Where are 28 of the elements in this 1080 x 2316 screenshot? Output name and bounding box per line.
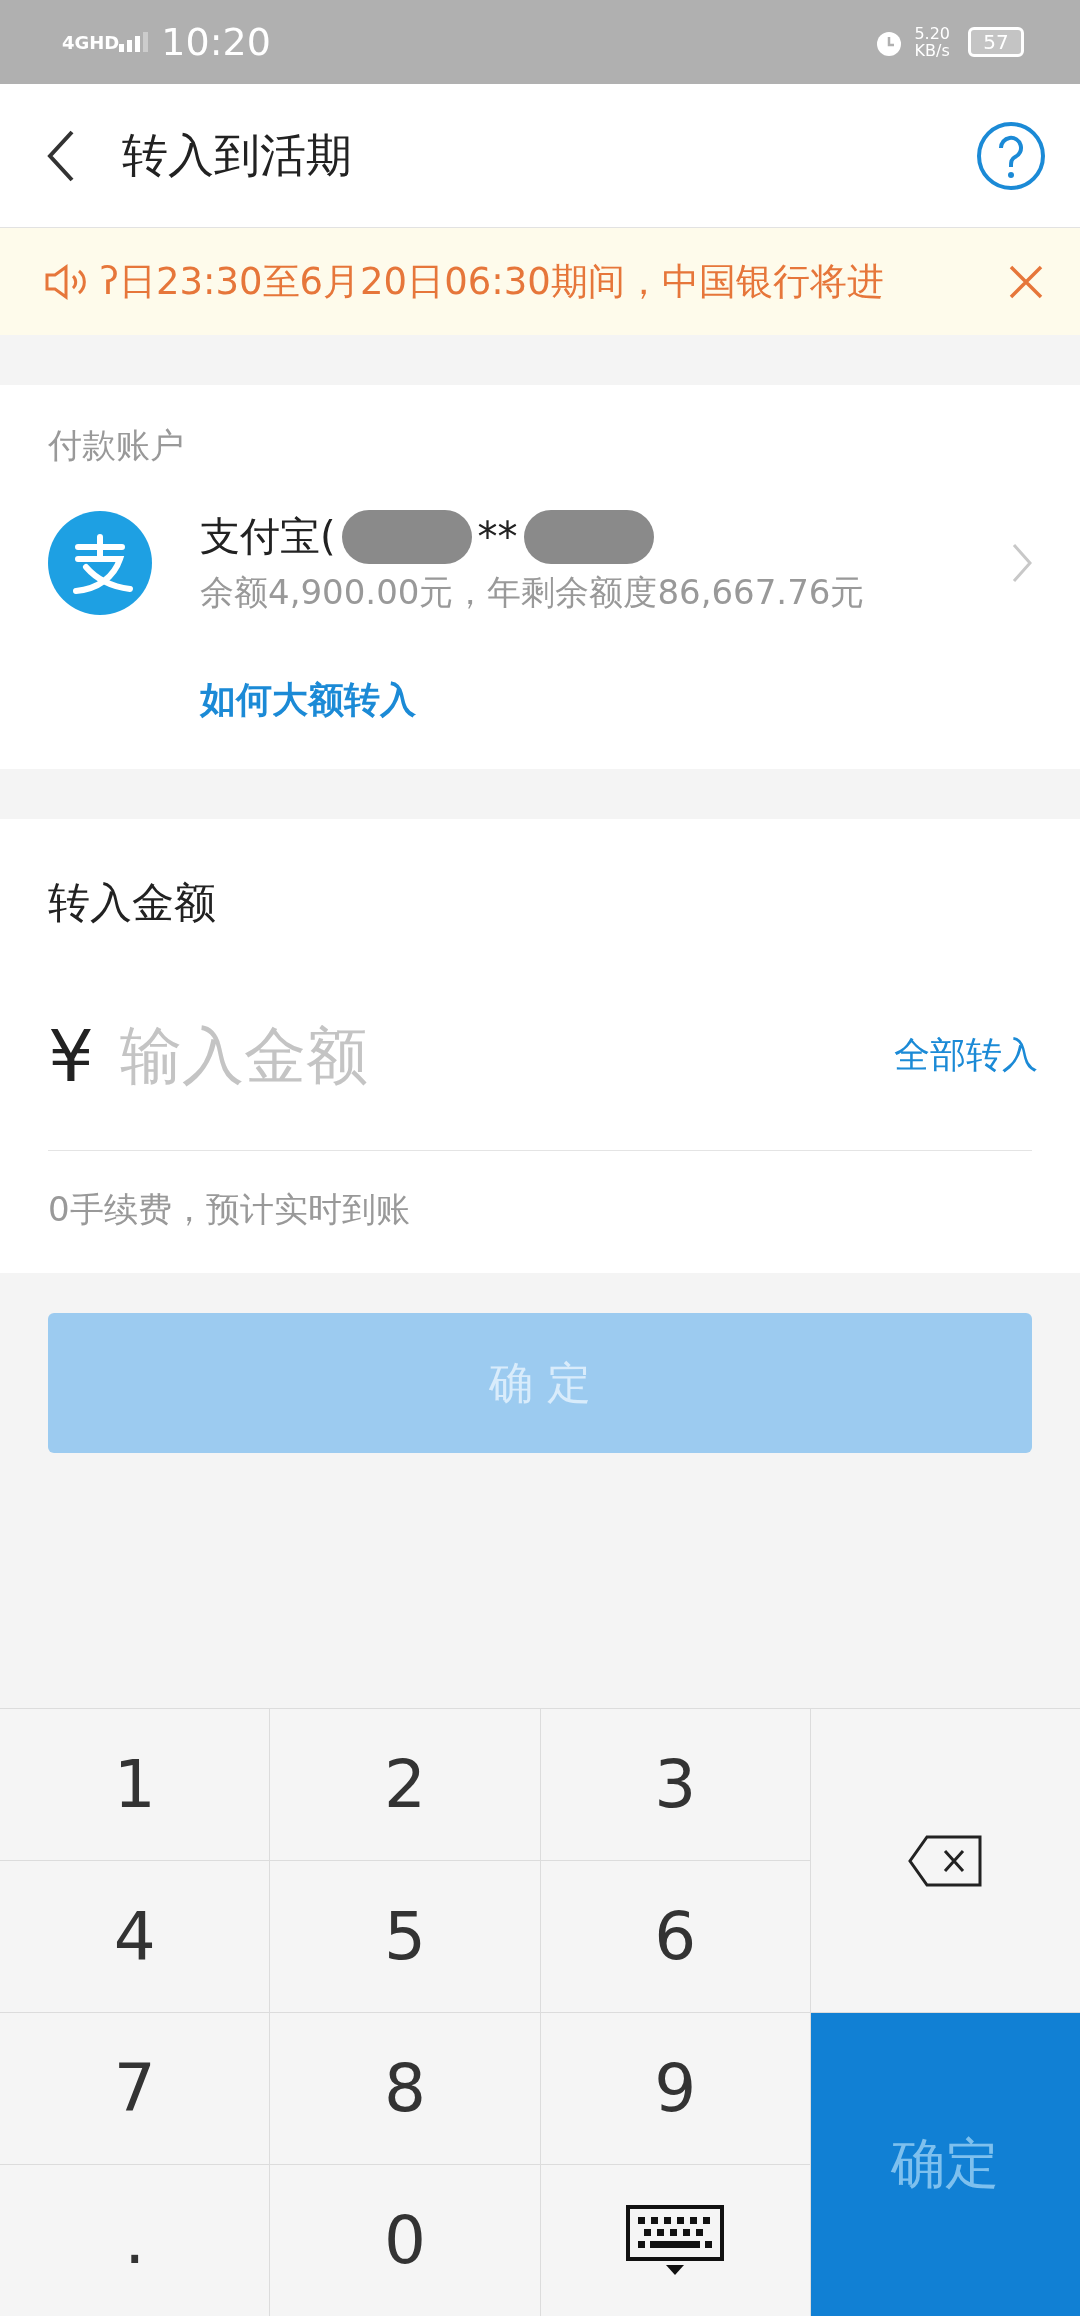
section-label: 付款账户 bbox=[48, 424, 185, 467]
keypad-key[interactable]: 3 bbox=[540, 1709, 810, 1860]
keypad-key[interactable]: 0 bbox=[270, 2165, 540, 2316]
keypad-key[interactable]: 2 bbox=[270, 1709, 540, 1860]
large-transfer-link[interactable]: 如何大额转入 bbox=[200, 676, 1032, 725]
keypad-key[interactable]: . bbox=[0, 2165, 270, 2316]
keypad-key[interactable]: 9 bbox=[540, 2013, 810, 2164]
keypad-key[interactable]: 8 bbox=[270, 2013, 540, 2164]
account-name: 支付宝( bbox=[200, 512, 336, 561]
network-indicator: 4GHD bbox=[62, 31, 120, 53]
keypad-key[interactable]: 5 bbox=[270, 1861, 540, 2012]
keypad-key[interactable]: 1 bbox=[0, 1709, 270, 1860]
account-masked-text: ** bbox=[477, 513, 518, 560]
fee-note: 0手续费，预计实时到账 bbox=[48, 1188, 411, 1231]
transfer-all-button[interactable]: 全部转入 bbox=[893, 1031, 1038, 1080]
network-speed: 5.20 bbox=[914, 25, 950, 42]
account-balance: 余额4,900.00元，年剩余额度86,667.76元 bbox=[200, 571, 866, 614]
keypad-key[interactable]: 7 bbox=[0, 2013, 270, 2164]
notice-text: ʔ日23:30至6月20日06:30期间，中国银行将进 bbox=[100, 258, 885, 305]
battery-level: 57 bbox=[968, 27, 1024, 57]
keypad-key[interactable]: 6 bbox=[540, 1861, 810, 2012]
page-title: 转入到活期 bbox=[122, 126, 352, 184]
currency-symbol: ¥ bbox=[48, 1013, 94, 1098]
speed-unit: KB/s bbox=[914, 42, 950, 59]
amount-input-field[interactable]: 输入金额 bbox=[117, 1018, 894, 1093]
keypad-key[interactable]: 4 bbox=[0, 1861, 270, 2012]
status-time: 10:20 bbox=[161, 20, 271, 64]
section-label: 转入金额 bbox=[48, 877, 217, 929]
